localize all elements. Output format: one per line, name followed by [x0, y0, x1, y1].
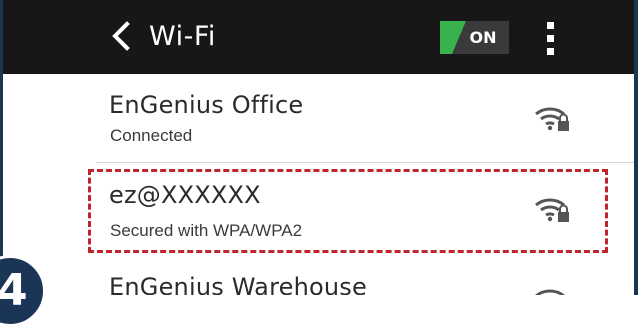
toggle-label: ON — [469, 28, 497, 47]
network-item-engenius-warehouse[interactable]: EnGenius Warehouse — [3, 259, 634, 295]
step-number: 4 — [0, 265, 28, 316]
network-name: EnGenius Office — [109, 91, 304, 119]
wifi-toggle[interactable]: ON — [440, 21, 509, 54]
page-title: Wi-Fi — [149, 21, 216, 52]
highlight-box — [88, 169, 608, 253]
wifi-locked-icon — [535, 107, 569, 131]
wifi-settings-screen: Wi-Fi ON EnGenius Office Connected ez@XX… — [0, 0, 638, 295]
network-item-engenius-office[interactable]: EnGenius Office Connected — [3, 74, 634, 162]
network-name: EnGenius Warehouse — [109, 273, 367, 295]
action-bar: Wi-Fi ON — [3, 0, 634, 74]
back-arrow-icon[interactable] — [110, 21, 132, 51]
wifi-locked-icon — [535, 289, 565, 295]
network-status: Connected — [110, 126, 193, 145]
overflow-menu-icon[interactable] — [546, 22, 556, 55]
